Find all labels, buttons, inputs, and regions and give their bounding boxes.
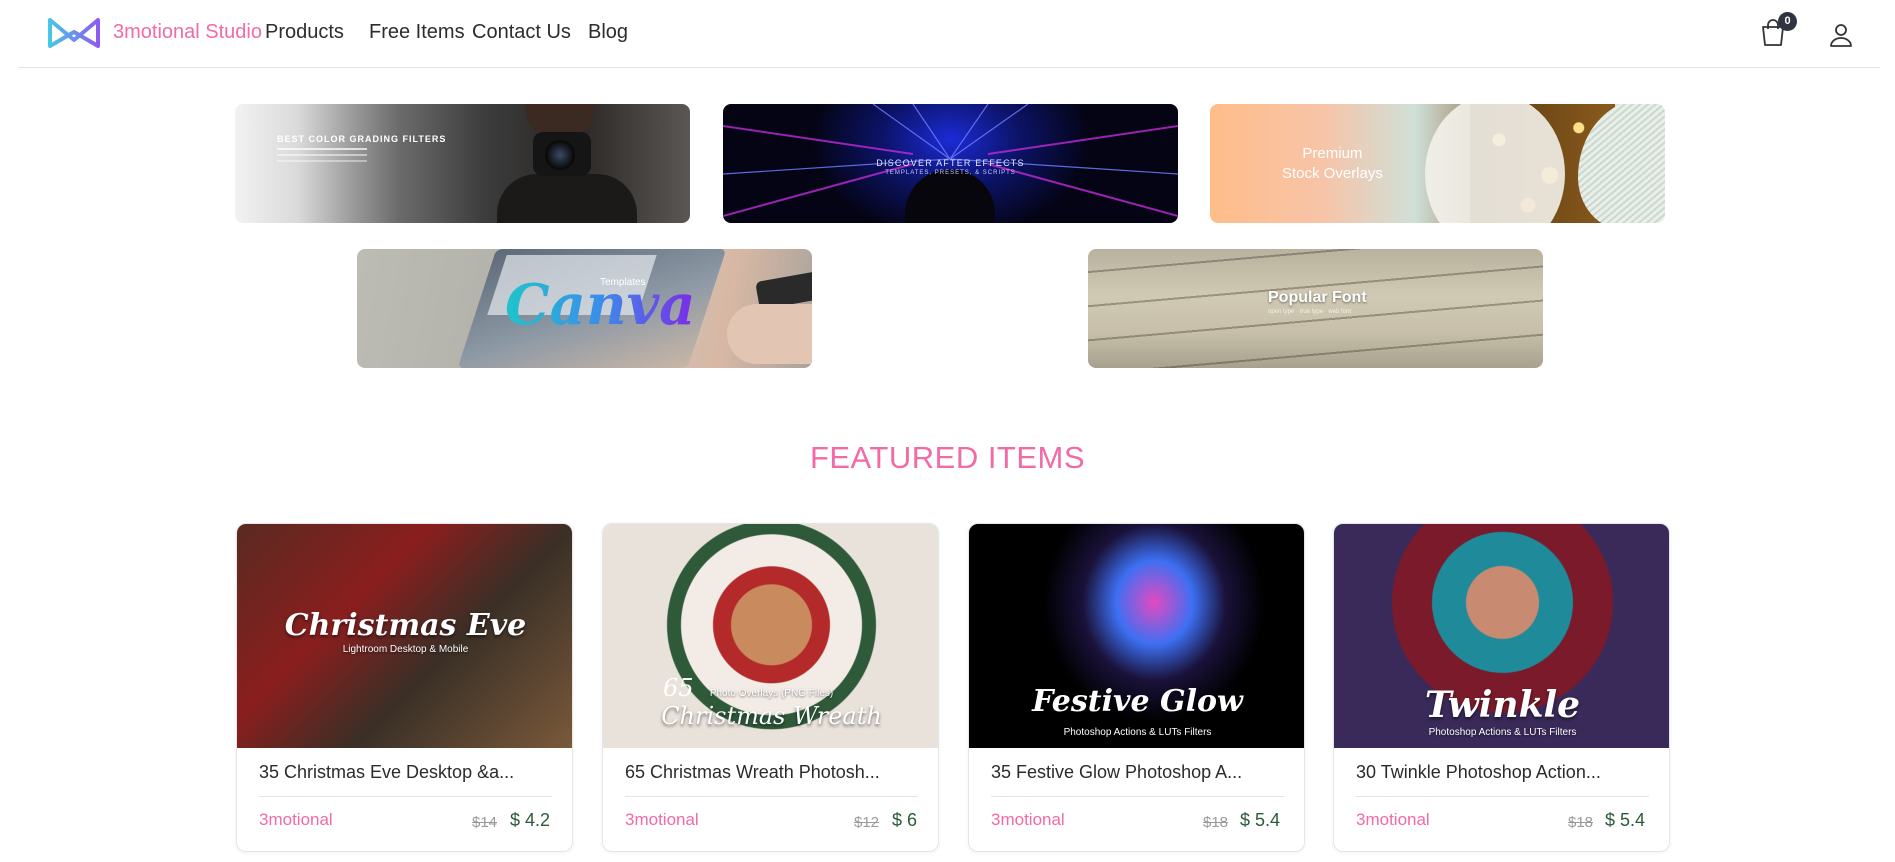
product-image-subtitle: Photo Overlays (PNG Files) [709, 688, 834, 699]
banner-stock-overlays-title: Premium Stock Overlays [1282, 144, 1383, 184]
product-image-title: Christmas Wreath [661, 702, 882, 730]
card-divider [1356, 796, 1649, 797]
banner-color-grading-title: BEST COLOR GRADING FILTERS [277, 134, 447, 144]
nav-blog-link[interactable]: Blog [588, 20, 628, 44]
product-sale-price: $ 6 [892, 810, 918, 830]
banner-color-grading-lines [277, 148, 367, 150]
product-compare-price: $14 [472, 814, 498, 831]
cart-count-badge: 0 [1778, 12, 1797, 31]
product-title[interactable]: 35 Festive Glow Photoshop A... [991, 762, 1286, 783]
product-sale-price: $ 5.4 [1240, 810, 1281, 830]
nav-contact-us-link[interactable]: Contact Us [472, 20, 571, 44]
product-vendor[interactable]: 3motional [1356, 810, 1430, 830]
curve-graphic [1425, 104, 1565, 223]
camera-graphic [533, 132, 591, 176]
banner-after-effects[interactable]: DISCOVER AFTER EFFECTS TEMPLATES, PRESET… [723, 104, 1178, 223]
nav-products-link[interactable]: Products [265, 20, 344, 44]
card-divider [625, 796, 918, 797]
banner-popular-font-sub: open type · true type · web font [1268, 309, 1352, 315]
product-sale-price: $ 5.4 [1605, 810, 1646, 830]
product-card[interactable]: Festive Glow Photoshop Actions & LUTs Fi… [968, 523, 1305, 852]
product-image-title: Christmas Eve [284, 608, 527, 643]
product-vendor[interactable]: 3motional [991, 810, 1065, 830]
featured-items-heading: FEATURED ITEMS [809, 440, 1086, 475]
product-image[interactable]: Christmas Eve Lightroom Desktop & Mobile [237, 524, 572, 748]
product-card[interactable]: Christmas Eve Lightroom Desktop & Mobile… [236, 523, 573, 852]
product-card[interactable]: 65 Photo Overlays (PNG Files) Christmas … [602, 523, 939, 852]
banner-stock-overlays-line1: Premium [1302, 145, 1363, 162]
product-image[interactable]: Twinkle Photoshop Actions & LUTs Filters [1334, 524, 1669, 748]
product-compare-price: $12 [854, 814, 880, 831]
product-image-title: Festive Glow [1032, 684, 1243, 719]
product-compare-price: $18 [1568, 814, 1594, 831]
banner-stock-overlays[interactable]: Premium Stock Overlays [1210, 104, 1665, 223]
card-divider [259, 796, 552, 797]
card-divider [991, 796, 1284, 797]
product-image[interactable]: 65 Photo Overlays (PNG Files) Christmas … [603, 524, 938, 748]
product-image-title: Twinkle [1424, 684, 1581, 726]
banner-canva-templates[interactable]: Canva Templates [357, 249, 812, 368]
product-image[interactable]: Festive Glow Photoshop Actions & LUTs Fi… [969, 524, 1304, 748]
banner-popular-font[interactable]: Popular Font open type · true type · web… [1088, 249, 1543, 368]
product-vendor[interactable]: 3motional [259, 810, 333, 830]
hand-graphic [727, 304, 812, 364]
nav-brand-link[interactable]: 3motional Studio [113, 20, 262, 44]
banner-person-shirt [497, 174, 637, 223]
site-header: 3motional Studio Products Free Items Con… [18, 0, 1880, 68]
banner-popular-font-title: Popular Font [1268, 289, 1367, 306]
banner-after-effects-sub: TEMPLATES, PRESETS, & SCRIPTS [885, 170, 1016, 176]
product-image-subtitle: Lightroom Desktop & Mobile [342, 644, 469, 655]
product-title[interactable]: 65 Christmas Wreath Photosh... [625, 762, 920, 783]
product-title[interactable]: 35 Christmas Eve Desktop &a... [259, 762, 554, 783]
product-vendor[interactable]: 3motional [625, 810, 699, 830]
canva-templates-label: Templates [600, 277, 646, 288]
banner-color-grading[interactable]: BEST COLOR GRADING FILTERS [235, 104, 690, 223]
banner-stock-overlays-line2: Stock Overlays [1282, 165, 1383, 182]
product-image-subtitle: Photoshop Actions & LUTs Filters [1428, 727, 1577, 738]
product-sale-price: $ 4.2 [510, 810, 551, 830]
nav-free-items-link[interactable]: Free Items [369, 20, 465, 44]
product-compare-price: $18 [1203, 814, 1229, 831]
product-title[interactable]: 30 Twinkle Photoshop Action... [1356, 762, 1651, 783]
logo-icon[interactable] [46, 14, 102, 52]
product-image-subtitle: Photoshop Actions & LUTs Filters [1063, 727, 1212, 738]
user-icon[interactable] [1828, 22, 1854, 48]
banner-after-effects-title: DISCOVER AFTER EFFECTS [876, 158, 1025, 168]
product-card[interactable]: Twinkle Photoshop Actions & LUTs Filters… [1333, 523, 1670, 852]
